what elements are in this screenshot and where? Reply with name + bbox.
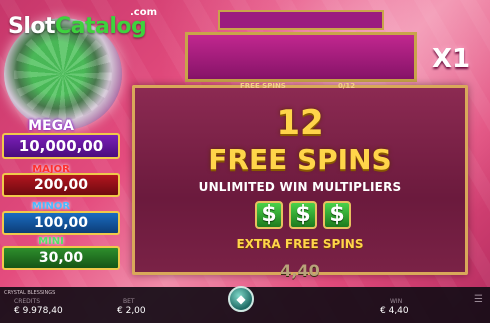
jackpot-mega-title: MEGA	[28, 118, 74, 134]
free-spins-title: FREE SPINS	[208, 143, 392, 176]
bet-value[interactable]: € 2,00	[117, 306, 146, 316]
jackpot-minor-value: 100,00	[2, 211, 120, 235]
win-label: WIN	[390, 298, 403, 305]
spin-button[interactable]: ◆	[228, 286, 254, 312]
bet-label: BET	[123, 298, 135, 305]
free-spins-label: FREE SPINS	[240, 82, 286, 90]
logo-text: SlotCatalog	[8, 14, 147, 39]
jackpot-mega-value: 10,000,00	[2, 133, 120, 159]
dollar-scatter-icon: $	[255, 201, 283, 229]
win-value: € 4,40	[380, 306, 409, 316]
logo-slot: Slot	[8, 14, 56, 39]
dollar-scatter-icon: $	[289, 201, 317, 229]
spin-button-icon: ◆	[236, 292, 246, 306]
scatter-symbols: $ $ $	[255, 201, 351, 229]
extra-free-spins-text: EXTRA FREE SPINS	[236, 237, 364, 251]
jackpot-major-value: 200,00	[2, 173, 120, 197]
menu-icon[interactable]: ☰	[474, 294, 484, 306]
free-spins-win-amount: 4,40	[280, 261, 320, 280]
multiplier-meter	[185, 32, 417, 82]
logo-catalog: Catalog	[55, 14, 147, 39]
credits-value: € 9.978,40	[14, 306, 63, 316]
dollar-scatter-icon: $	[323, 201, 351, 229]
credits-label: CREDITS	[14, 298, 41, 305]
game-name: CRYSTAL BLESSINGS	[4, 290, 56, 296]
multiplier-meter-top	[218, 10, 384, 30]
win-multiplier: X1	[432, 44, 471, 74]
jackpot-mini-value: 30,00	[2, 246, 120, 270]
free-spins-awarded: 12	[276, 103, 324, 143]
free-spins-subtitle: UNLIMITED WIN MULTIPLIERS	[198, 180, 402, 194]
free-spins-count: 0/12	[338, 82, 356, 90]
